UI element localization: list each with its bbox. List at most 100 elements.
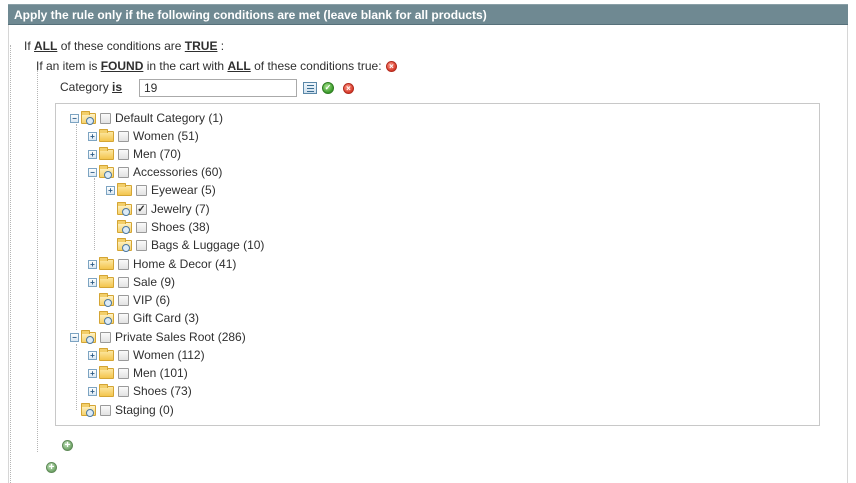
chooser-list-icon[interactable]: [303, 82, 317, 94]
condition-prefix: If: [24, 39, 31, 53]
condition-text: in the cart with: [146, 59, 225, 73]
category-checkbox[interactable]: [100, 332, 111, 343]
tree-guide: [76, 124, 77, 330]
found-link[interactable]: FOUND: [101, 59, 144, 73]
folder-icon: [117, 202, 132, 216]
tree-node[interactable]: Gift Card (3): [88, 310, 328, 326]
apply-icon[interactable]: ✓: [322, 82, 334, 94]
tree-node[interactable]: + Sale (9): [88, 274, 328, 290]
tree-node-label[interactable]: Home & Decor (41): [133, 257, 236, 271]
indent-guide: [10, 45, 11, 483]
collapse-icon[interactable]: −: [88, 168, 97, 177]
category-checkbox[interactable]: [118, 368, 129, 379]
category-checkbox[interactable]: [118, 350, 129, 361]
tree-node-label[interactable]: Men (101): [133, 366, 188, 380]
aggregator-all-link[interactable]: ALL: [34, 39, 57, 53]
add-condition-icon[interactable]: +: [62, 440, 73, 451]
condition-suffix: of these conditions true:: [254, 59, 382, 73]
category-checkbox[interactable]: [100, 113, 111, 124]
category-checkbox[interactable]: [118, 295, 129, 306]
folder-icon: [99, 165, 114, 179]
tree-node-label[interactable]: Jewelry (7): [151, 202, 210, 216]
category-checkbox[interactable]: ✓: [136, 204, 147, 215]
tree-node-label[interactable]: Women (51): [133, 129, 199, 143]
add-condition-icon[interactable]: +: [46, 462, 57, 473]
attribute-label: Category: [60, 80, 109, 94]
tree-node[interactable]: − Accessories (60): [88, 164, 328, 180]
aggregator-all-link[interactable]: ALL: [227, 59, 250, 73]
tree-node[interactable]: + Shoes (73): [88, 383, 328, 399]
tree-node[interactable]: Staging (0): [70, 402, 310, 418]
tree-node-label[interactable]: Women (112): [133, 348, 205, 362]
folder-icon: [81, 330, 96, 344]
folder-icon: [117, 183, 132, 196]
category-checkbox[interactable]: [118, 167, 129, 178]
collapse-icon[interactable]: −: [70, 114, 79, 123]
tree-node[interactable]: + Men (70): [88, 146, 328, 162]
tree-node-label[interactable]: VIP (6): [133, 293, 170, 307]
tree-guide: [76, 344, 77, 410]
tree-node[interactable]: ✓ Jewelry (7): [106, 201, 346, 217]
condition-line-product-found: If an item is FOUND in the cart with ALL…: [36, 59, 382, 73]
tree-node[interactable]: VIP (6): [88, 292, 328, 308]
expand-icon[interactable]: +: [88, 387, 97, 396]
tree-node[interactable]: Bags & Luggage (10): [106, 237, 346, 253]
category-checkbox[interactable]: [118, 259, 129, 270]
tree-node-label[interactable]: Staging (0): [115, 403, 174, 417]
folder-icon: [99, 311, 114, 325]
folder-icon: [81, 111, 96, 125]
tree-node-label[interactable]: Accessories (60): [133, 165, 222, 179]
tree-node-label[interactable]: Bags & Luggage (10): [151, 238, 264, 252]
expand-icon[interactable]: +: [88, 351, 97, 360]
tree-guide: [94, 178, 95, 250]
tree-node-label[interactable]: Shoes (73): [133, 384, 192, 398]
folder-icon: [99, 384, 114, 397]
expand-icon[interactable]: +: [88, 369, 97, 378]
tree-node-label[interactable]: Shoes (38): [151, 220, 210, 234]
tree-node[interactable]: − Private Sales Root (286): [70, 329, 310, 345]
category-checkbox[interactable]: [136, 222, 147, 233]
section-title: Apply the rule only if the following con…: [14, 8, 487, 22]
folder-icon: [99, 257, 114, 270]
tree-node-label[interactable]: Eyewear (5): [151, 183, 216, 197]
expand-icon[interactable]: +: [88, 278, 97, 287]
tree-node[interactable]: + Women (51): [88, 128, 328, 144]
expand-icon[interactable]: +: [88, 132, 97, 141]
tree-node[interactable]: + Eyewear (5): [106, 182, 346, 198]
tree-node-label[interactable]: Private Sales Root (286): [115, 330, 246, 344]
category-checkbox[interactable]: [136, 240, 147, 251]
category-checkbox[interactable]: [136, 185, 147, 196]
folder-icon: [99, 129, 114, 142]
category-checkbox[interactable]: [118, 149, 129, 160]
tree-node[interactable]: Shoes (38): [106, 219, 346, 235]
category-checkbox[interactable]: [118, 313, 129, 324]
operator-is-link[interactable]: is: [112, 80, 122, 94]
tree-node[interactable]: + Men (101): [88, 365, 328, 381]
tree-node-label[interactable]: Gift Card (3): [133, 311, 199, 325]
folder-icon: [81, 403, 96, 417]
condition-line-root: If ALL of these conditions are TRUE :: [24, 39, 224, 53]
condition-prefix: If an item is: [36, 59, 98, 73]
tree-node[interactable]: + Home & Decor (41): [88, 256, 328, 272]
value-true-link[interactable]: TRUE: [185, 39, 218, 53]
category-checkbox[interactable]: [118, 131, 129, 142]
expand-icon[interactable]: +: [88, 150, 97, 159]
condition-suffix: :: [220, 39, 225, 53]
category-checkbox[interactable]: [100, 405, 111, 416]
category-value-input[interactable]: [139, 79, 297, 97]
remove-icon[interactable]: ×: [343, 83, 354, 94]
category-checkbox[interactable]: [118, 386, 129, 397]
category-checkbox[interactable]: [118, 277, 129, 288]
remove-icon[interactable]: ×: [386, 61, 397, 72]
folder-icon: [99, 366, 114, 379]
collapse-icon[interactable]: −: [70, 333, 79, 342]
tree-node-label[interactable]: Default Category (1): [115, 111, 223, 125]
folder-icon: [99, 293, 114, 307]
expand-icon[interactable]: +: [88, 260, 97, 269]
tree-node-label[interactable]: Men (70): [133, 147, 181, 161]
tree-node[interactable]: + Women (112): [88, 347, 328, 363]
tree-node[interactable]: − Default Category (1): [70, 110, 310, 126]
expand-icon[interactable]: +: [106, 186, 115, 195]
folder-icon: [117, 220, 132, 234]
tree-node-label[interactable]: Sale (9): [133, 275, 175, 289]
